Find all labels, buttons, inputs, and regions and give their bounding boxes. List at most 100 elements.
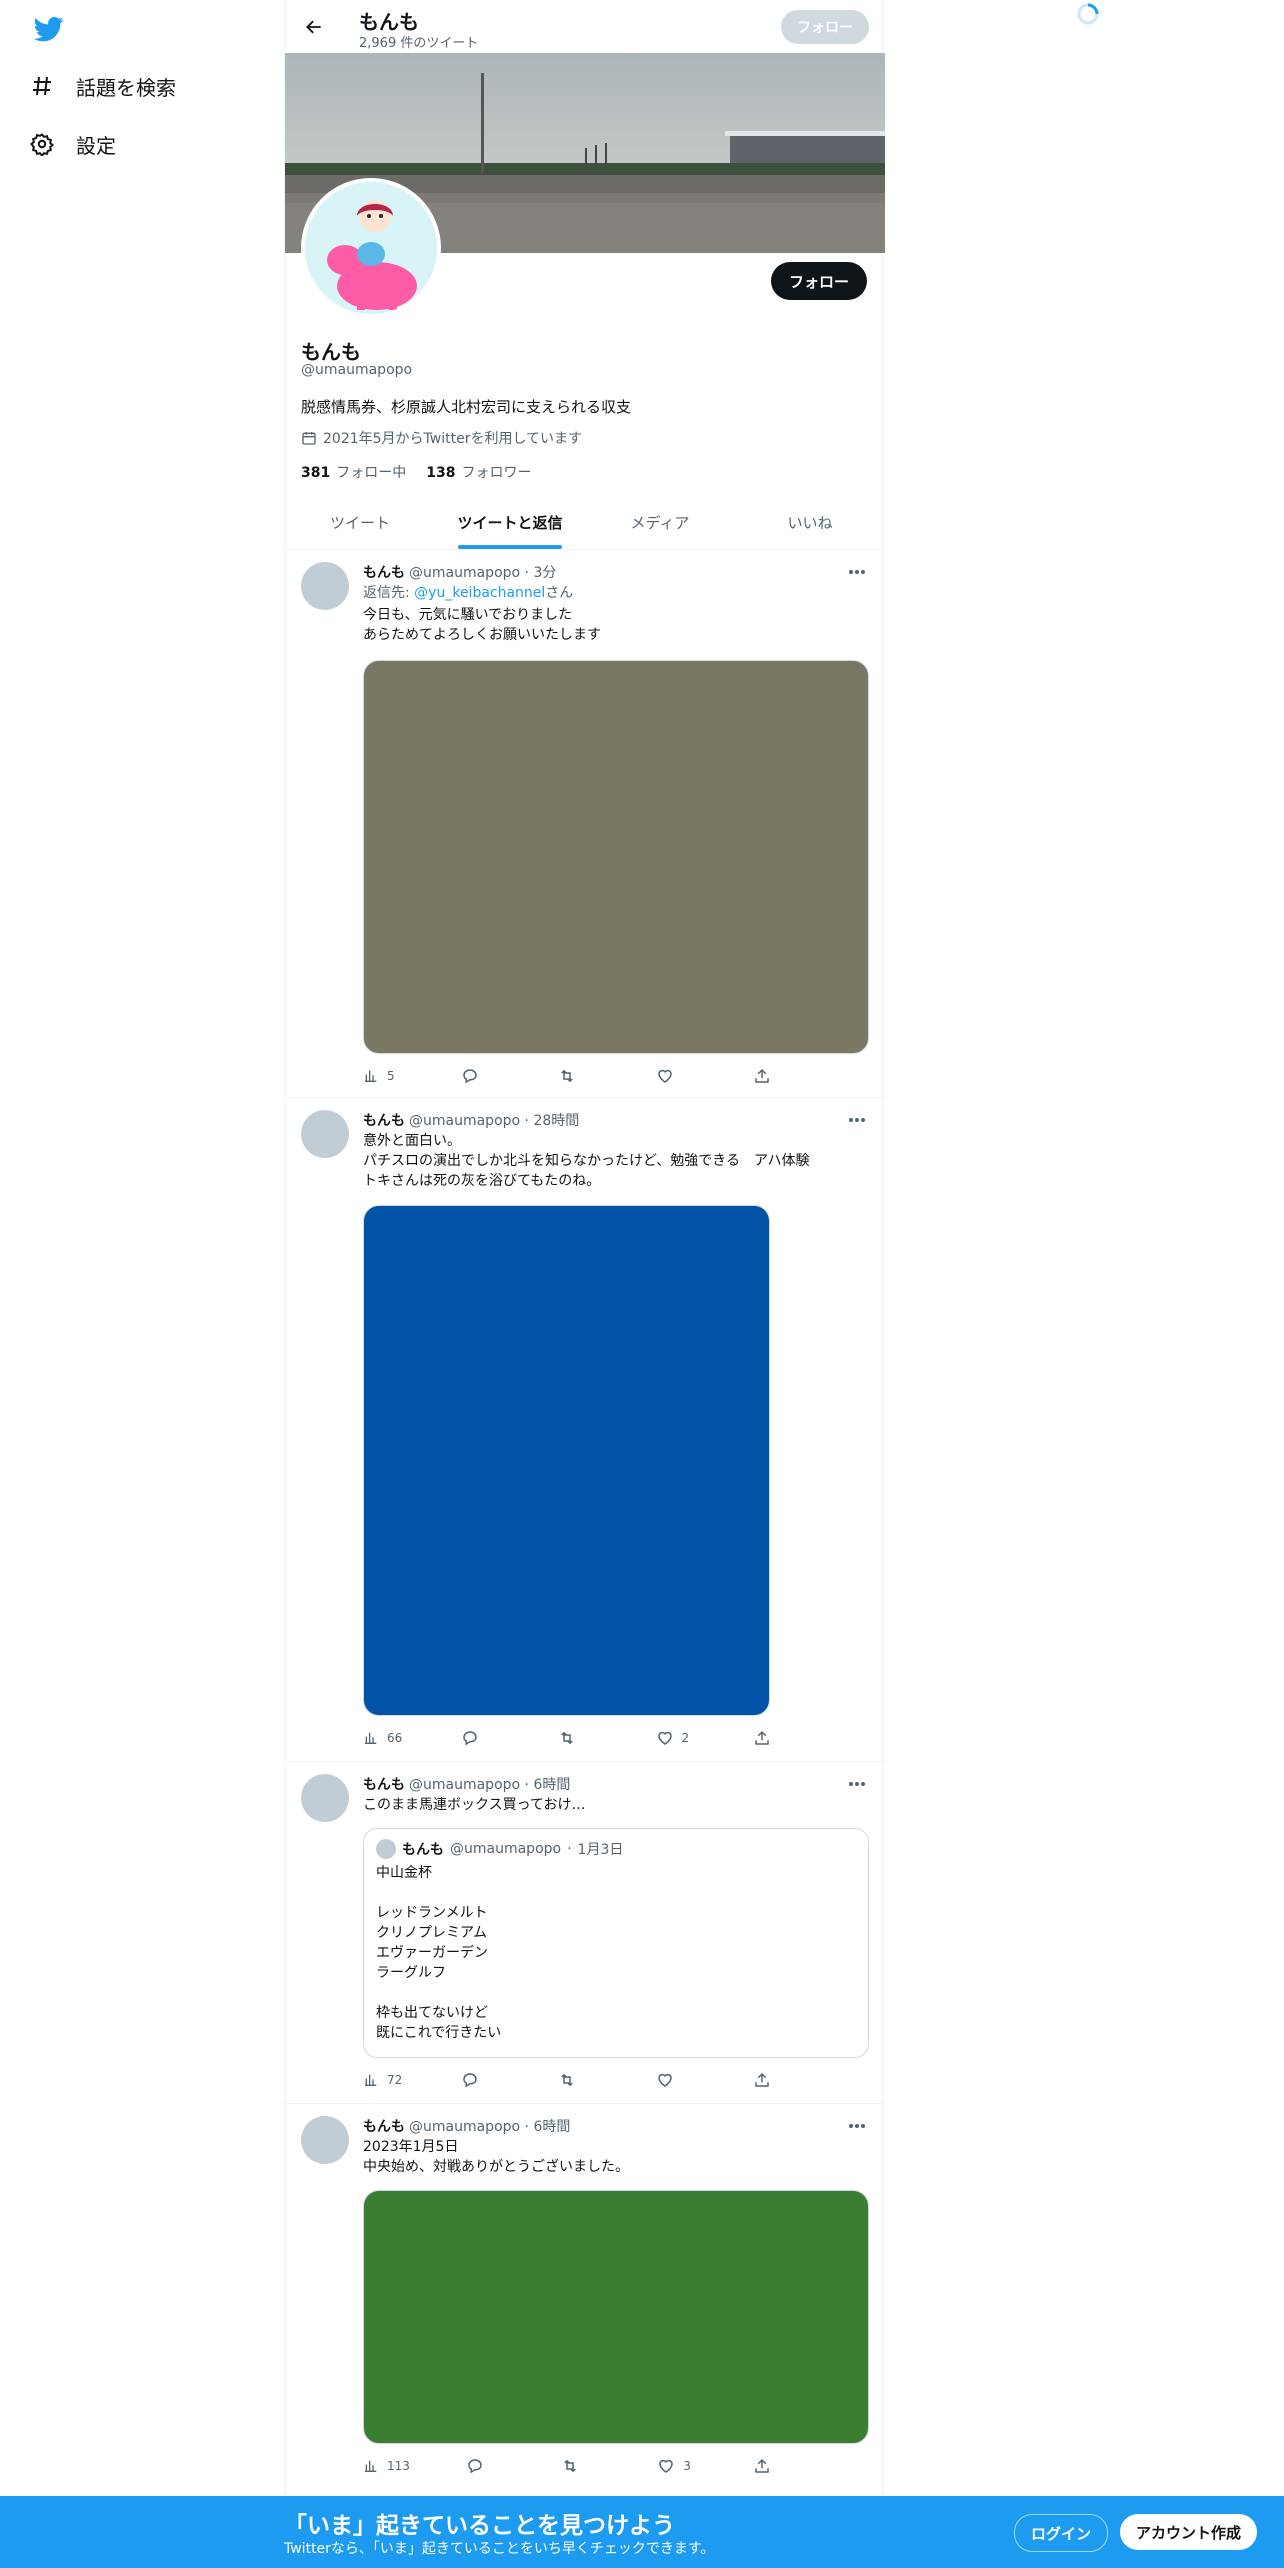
share-button[interactable] [753,1728,793,1748]
retweet-icon [558,1067,576,1085]
tweet-avatar[interactable] [301,2116,349,2164]
profile-stats: 381 フォロー中 138 フォロワー [301,462,531,482]
like-button[interactable] [656,1066,696,1086]
header-follow-button[interactable]: フォロー [781,10,869,44]
tweet-text: 2023年1月5日 中央始め、対戦ありがとうございました。 [363,2139,629,2175]
profile-header-bar: もんも 2,969 件のツイート フォロー [285,0,885,53]
reply-to-mention-link[interactable]: @yu_keibachannel [414,585,545,601]
tweet-media-image[interactable] [363,1205,770,1716]
reply-button[interactable] [461,1066,501,1086]
signup-prompt-bar: 「いま」起きていることを見つけよう Twitterなら、「いま」起きていることを… [0,2496,1284,2568]
tweet-text: 今日も、元気に騒いでおりました あらためてよろしくお願いいたします [363,607,601,643]
tweet[interactable]: もんも @umaumapopo · 6時間 2023年1月5日 中央始め、対戦あり… [285,2104,885,2496]
header-tweet-count: 2,969 件のツイート [359,36,479,51]
tweet-actions: 113 3 [363,2456,793,2476]
share-icon [753,1067,771,1085]
quoted-tweet[interactable]: もんも @umaumapopo · 1月3日 中山金杯 レッドランメルト クリノプレミ… [363,1828,869,2058]
nav-settings[interactable]: 設定 [30,116,116,172]
share-button[interactable] [753,2456,793,2476]
heart-icon [657,2457,675,2475]
reply-icon [461,1729,479,1747]
like-button[interactable] [656,2070,696,2090]
hashtag-icon [30,74,54,98]
twitter-bird-logo-icon[interactable] [34,14,64,44]
quoted-tweet-avatar [376,1839,396,1859]
retweet-button[interactable] [561,2456,601,2476]
bar-chart-icon [363,2458,379,2474]
followers-link[interactable]: 138 フォロワー [426,462,531,482]
tweet-actions: 72 [363,2070,793,2090]
signup-prompt-subtitle: Twitterなら、「いま」起きていることをいち早くチェックできます。 [284,2541,715,2557]
tweet-header: もんも @umaumapopo · 28時間 [363,1113,580,1129]
retweet-button[interactable] [558,1728,598,1748]
nav-explore-label: 話題を検索 [76,75,176,100]
tweet[interactable]: もんも @umaumapopo · 28時間 意外と面白い。 パチスロの演出でしか… [285,1098,885,1762]
profile-column: もんも 2,969 件のツイート フォロー フォロー もんも @umaumapo… [284,0,885,2568]
reply-icon [461,1067,479,1085]
share-icon [753,1729,771,1747]
views-button[interactable]: 113 [363,2456,410,2476]
retweet-icon [558,2071,576,2089]
retweet-button[interactable] [558,1066,598,1086]
heart-icon [656,1729,674,1747]
views-button[interactable]: 5 [363,1066,403,1086]
tweet-avatar[interactable] [301,1774,349,1822]
reply-icon [461,2071,479,2089]
share-button[interactable] [753,1066,793,1086]
profile-joined-text: 2021年5月からTwitterを利用しています [323,431,583,447]
profile-tabs: ツイート ツイートと返信 メディア いいね [285,496,885,550]
retweet-button[interactable] [558,2070,598,2090]
calendar-icon [301,430,317,446]
gear-icon [30,132,54,156]
tab-tweets[interactable]: ツイート [285,496,435,549]
create-account-button[interactable]: アカウント作成 [1120,2514,1258,2550]
reply-button[interactable] [461,2070,501,2090]
profile-bio: 脱感情馬券、杉原誠人北村宏司に支えられる収支 [301,398,632,416]
tweet-avatar[interactable] [301,1110,349,1158]
views-button[interactable]: 66 [363,1728,403,1748]
share-button[interactable] [753,2070,793,2090]
follow-button[interactable]: フォロー [770,262,867,300]
tweet-actions: 5 [363,1066,793,1086]
heart-icon [656,1067,674,1085]
tweet-reply-context: 返信先: @yu_keibachannelさん [363,585,574,601]
retweet-icon [561,2457,579,2475]
tab-tweets-and-replies[interactable]: ツイートと返信 [435,496,585,549]
bar-chart-icon [363,2072,379,2088]
like-button[interactable]: 3 [657,2456,697,2476]
profile-joined: 2021年5月からTwitterを利用しています [301,428,582,448]
reply-icon [466,2457,484,2475]
tab-likes[interactable]: いいね [735,496,885,549]
loading-spinner-icon [1076,2,1100,26]
more-options-icon[interactable] [845,562,869,582]
tweet-actions: 66 2 [363,1728,793,1748]
back-arrow-icon[interactable] [299,12,329,42]
profile-handle: @umaumapopo [301,362,413,378]
more-options-icon[interactable] [845,2116,869,2136]
header-name: もんも [359,10,419,34]
tweet[interactable]: もんも @umaumapopo · 6時間 このまま馬連ボックス買っておけ… もん… [285,1762,885,2104]
login-button[interactable]: ログイン [1014,2514,1109,2552]
like-button[interactable]: 2 [656,1728,696,1748]
more-options-icon[interactable] [845,1110,869,1130]
tweet[interactable]: もんも @umaumapopo · 3分 返信先: @yu_keibachanne… [285,550,885,1098]
nav-explore[interactable]: 話題を検索 [30,58,176,114]
tab-media[interactable]: メディア [585,496,735,549]
more-options-icon[interactable] [845,1774,869,1794]
share-icon [753,2071,771,2089]
retweet-icon [558,1729,576,1747]
quoted-tweet-header: もんも @umaumapopo · 1月3日 [376,1839,623,1859]
tweet-avatar[interactable] [301,562,349,610]
reply-button[interactable] [461,1728,501,1748]
profile-name: もんも [301,340,361,364]
tweet-media-image[interactable] [363,660,869,1054]
tweet-media-image[interactable] [363,2190,869,2444]
tweet-text: 意外と面白い。 パチスロの演出でしか北斗を知らなかったけど、勉強できる アハ体験… [363,1133,810,1189]
views-button[interactable]: 72 [363,2070,403,2090]
reply-button[interactable] [466,2456,506,2476]
heart-icon [656,2071,674,2089]
share-icon [753,2457,771,2475]
profile-avatar[interactable] [301,178,441,318]
tweet-header: もんも @umaumapopo · 6時間 [363,2119,571,2135]
following-link[interactable]: 381 フォロー中 [301,462,406,482]
